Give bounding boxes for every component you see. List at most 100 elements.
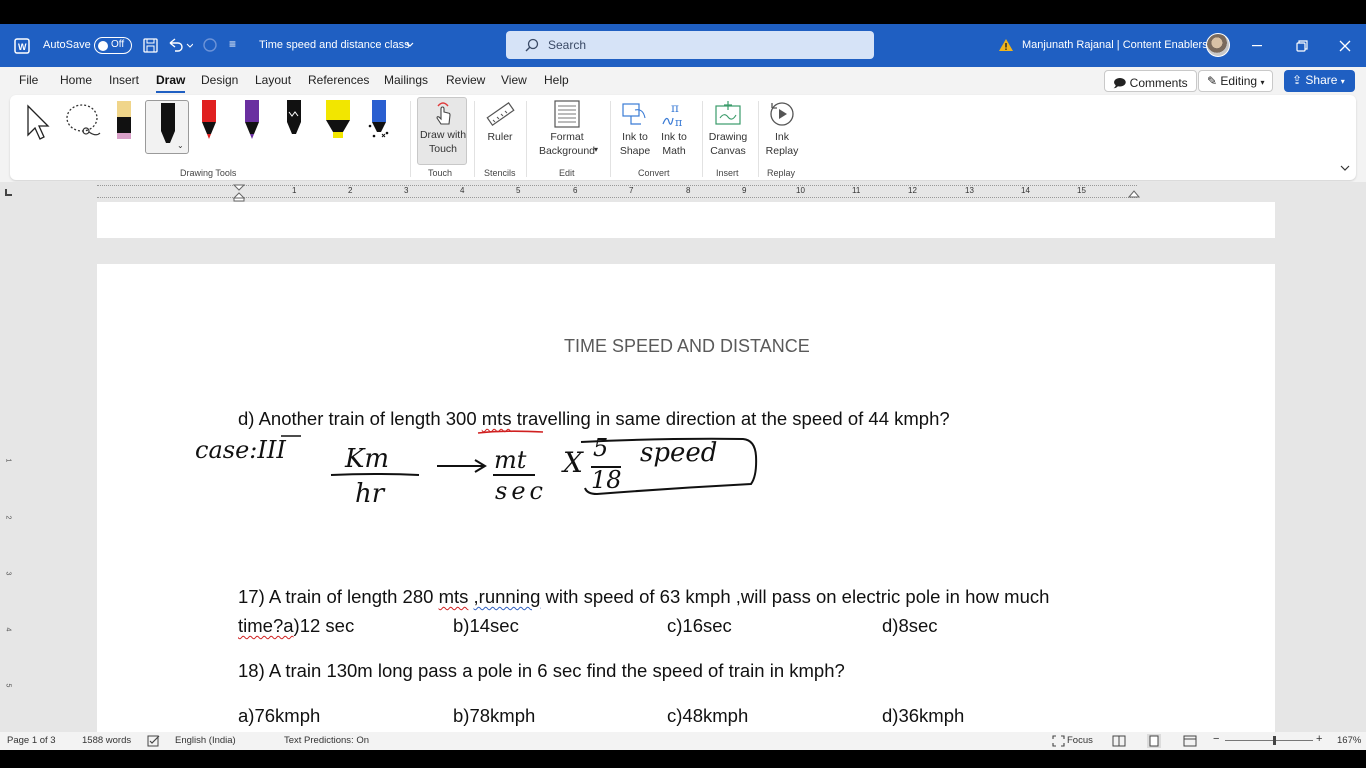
tab-layout[interactable]: Layout <box>255 73 291 87</box>
highlighter-yellow-icon[interactable] <box>324 100 352 142</box>
chevron-down-icon[interactable] <box>406 42 414 48</box>
ruler-number: 11 <box>852 186 861 195</box>
zoom-level[interactable]: 167% <box>1337 735 1361 746</box>
question-17: 17) A train of length 280 mts ,running w… <box>238 586 1049 608</box>
comments-label: Comments <box>1129 76 1188 90</box>
tab-help[interactable]: Help <box>544 73 569 87</box>
read-mode-icon[interactable] <box>1112 735 1126 747</box>
group-label-replay: Replay <box>767 168 796 178</box>
pen-black-selected[interactable]: ⌄ <box>145 100 189 154</box>
zoom-out-button[interactable]: − <box>1213 733 1219 745</box>
tab-stop-selector[interactable] <box>5 189 12 196</box>
tab-mailings[interactable]: Mailings <box>384 73 428 87</box>
svg-text:π: π <box>675 116 682 128</box>
format-background-label-2[interactable]: Background <box>530 144 604 158</box>
tab-design[interactable]: Design <box>201 73 238 87</box>
word-count[interactable]: 1588 words <box>82 735 131 746</box>
ink-speed: speed <box>640 438 718 468</box>
ink-fraction-bar-1 <box>330 473 420 476</box>
minimize-icon[interactable] <box>1252 45 1264 47</box>
ink-to-shape-label-1[interactable]: Ink to <box>615 130 655 144</box>
warning-icon[interactable] <box>998 38 1014 52</box>
web-layout-icon[interactable] <box>1183 735 1197 747</box>
question-17-option-c: c)16sec <box>667 615 732 636</box>
zoom-in-button[interactable]: + <box>1316 733 1322 745</box>
pen-red-icon[interactable] <box>199 100 221 142</box>
pen-purple-icon[interactable] <box>242 100 264 142</box>
question-17-text-2: with speed of 63 kmph ,will pass on elec… <box>540 586 1050 607</box>
right-indent-marker[interactable] <box>1128 187 1140 199</box>
ink-replay-icon[interactable] <box>768 100 796 128</box>
tab-draw[interactable]: Draw <box>156 73 186 93</box>
question-17-option-b: b)14sec <box>453 615 519 636</box>
document-title[interactable]: Time speed and distance class <box>259 39 410 51</box>
tab-insert[interactable]: Insert <box>109 73 139 87</box>
autosave-toggle[interactable]: Off <box>94 37 132 54</box>
avatar[interactable] <box>1206 33 1230 57</box>
language[interactable]: English (India) <box>175 735 236 746</box>
redo-icon[interactable] <box>202 37 218 53</box>
drawing-canvas-label-2[interactable]: Canvas <box>703 144 753 158</box>
search-placeholder: Search <box>548 38 587 52</box>
document-page[interactable]: TIME SPEED AND DISTANCE d) Another train… <box>97 264 1275 732</box>
ink-replay-label-1[interactable]: Ink <box>762 130 802 144</box>
tab-file[interactable]: File <box>19 73 38 87</box>
draw-with-touch-button[interactable]: Draw with Touch <box>417 97 467 165</box>
tab-references[interactable]: References <box>308 73 369 87</box>
tab-review[interactable]: Review <box>446 73 485 87</box>
restore-icon[interactable] <box>1296 40 1308 52</box>
save-icon[interactable] <box>143 38 158 53</box>
lasso-select-icon[interactable] <box>64 101 104 141</box>
question-18-option-c: c)48kmph <box>667 705 749 726</box>
ruler-number: 2 <box>348 186 353 195</box>
user-name[interactable]: Manjunath Rajanal | Content Enablers <box>1022 39 1208 51</box>
tab-view[interactable]: View <box>501 73 527 87</box>
format-background-icon[interactable] <box>554 100 580 128</box>
indent-markers[interactable] <box>232 184 246 202</box>
format-background-label-1[interactable]: Format <box>530 130 604 144</box>
page-count[interactable]: Page 1 of 3 <box>7 735 56 746</box>
question-18-option-b: b)78kmph <box>453 705 536 726</box>
ink-to-shape-label-2[interactable]: Shape <box>615 144 655 158</box>
tab-home[interactable]: Home <box>60 73 92 87</box>
ink-to-math-label-2[interactable]: Math <box>654 144 694 158</box>
text-predictions[interactable]: Text Predictions: On <box>284 735 369 746</box>
drawing-canvas-icon[interactable] <box>714 100 742 128</box>
focus-mode[interactable]: Focus <box>1067 735 1093 746</box>
zoom-slider-thumb[interactable] <box>1273 736 1276 745</box>
print-layout-icon[interactable] <box>1147 734 1161 748</box>
status-bar: Page 1 of 3 1588 words English (India) T… <box>0 732 1366 750</box>
ink-to-math-label-1[interactable]: Ink to <box>654 130 694 144</box>
undo-icon[interactable] <box>167 37 193 53</box>
ribbon-collapse-chevron-icon[interactable] <box>1340 165 1350 172</box>
autosave-state: Off <box>111 39 125 50</box>
ruler-icon[interactable] <box>485 100 515 130</box>
customize-qat-icon[interactable]: ≡ <box>229 37 236 51</box>
horizontal-ruler[interactable]: 1 2 3 4 5 6 7 8 9 10 11 12 13 14 15 <box>0 182 1366 202</box>
zoom-slider[interactable] <box>1225 740 1313 741</box>
ink-to-shape-icon[interactable] <box>621 100 647 128</box>
ink-replay-label-2[interactable]: Replay <box>762 144 802 158</box>
group-separator <box>410 101 411 177</box>
comments-button[interactable]: 🗩 Comments <box>1104 70 1197 92</box>
pen-blue-galaxy-icon[interactable] <box>366 100 392 142</box>
drawing-canvas-label-1[interactable]: Drawing <box>703 130 753 144</box>
ink-eighteen: 18 <box>591 466 622 494</box>
svg-text:W: W <box>18 42 27 52</box>
share-button[interactable]: ⇪ Share ▾ <box>1284 70 1355 92</box>
chevron-down-icon: ▾ <box>1340 77 1345 86</box>
toggle-knob <box>98 40 108 51</box>
close-icon[interactable] <box>1339 40 1351 52</box>
ruler-label[interactable]: Ruler <box>480 130 520 144</box>
search-box[interactable]: Search <box>506 31 874 59</box>
ink-to-math-icon[interactable]: π π <box>661 100 687 128</box>
ruler-number: 4 <box>460 186 465 195</box>
select-objects-icon[interactable] <box>24 103 54 143</box>
ruler-number: 13 <box>965 186 974 195</box>
highlighter-pink-icon[interactable] <box>114 101 134 143</box>
question-17-option-a: time?a)12 sec <box>238 615 354 637</box>
pen-black-galaxy-icon[interactable] <box>284 100 306 142</box>
proofing-icon[interactable] <box>147 735 160 747</box>
draw-with-touch-label-2: Touch <box>428 143 458 155</box>
editing-mode-button[interactable]: ✎ Editing ▾ <box>1198 70 1274 92</box>
